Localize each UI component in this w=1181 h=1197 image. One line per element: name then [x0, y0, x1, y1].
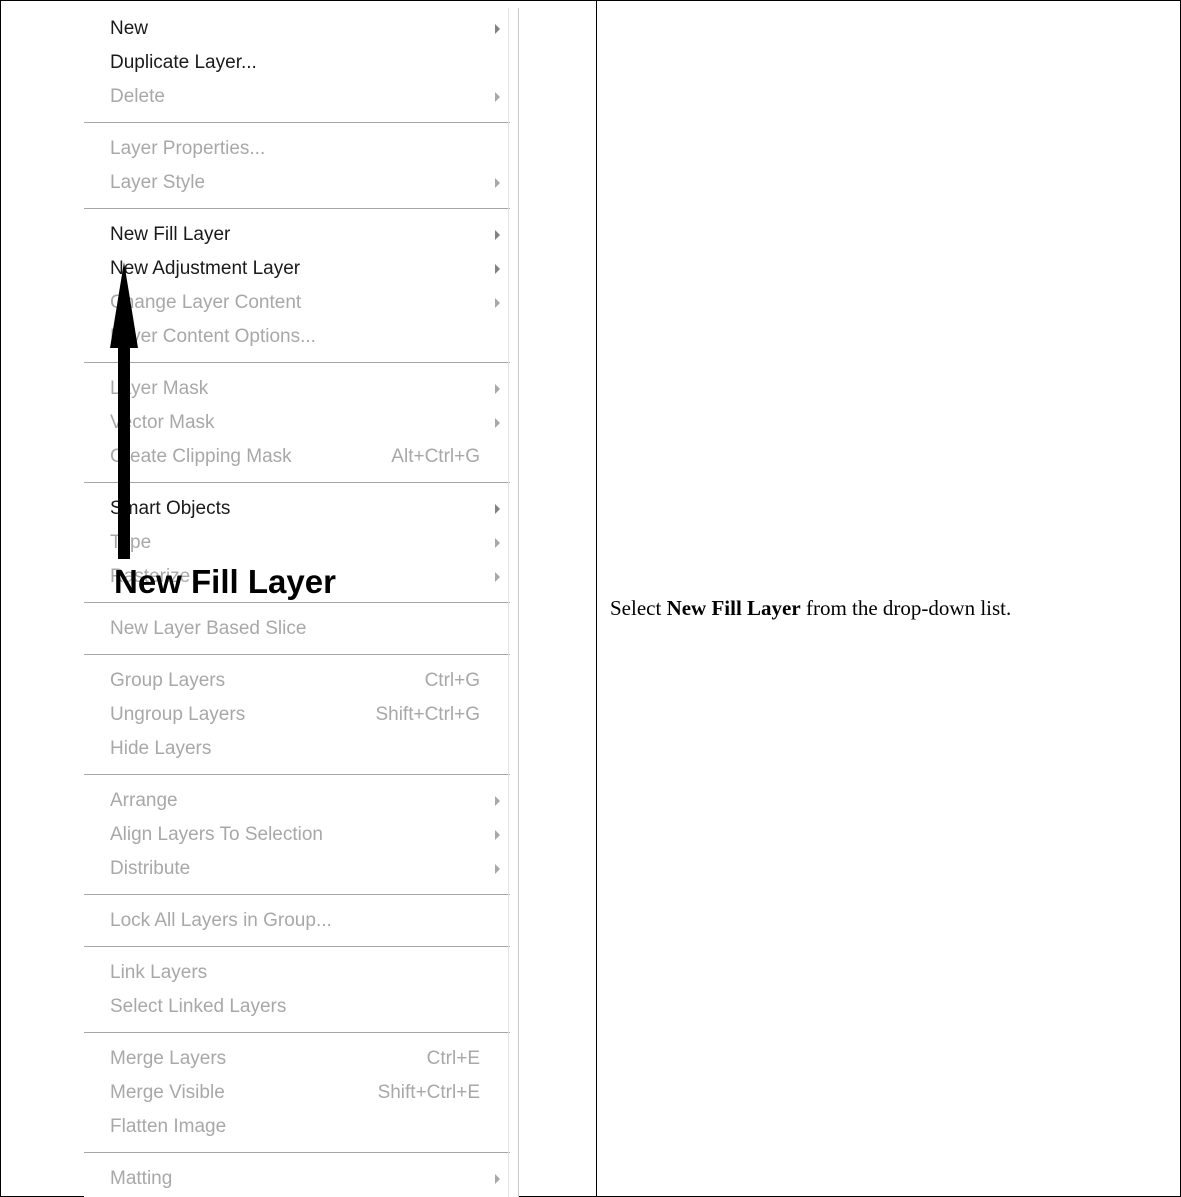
menu-item-label: Duplicate Layer... — [110, 52, 257, 73]
submenu-arrow-icon — [495, 384, 500, 394]
submenu-arrow-icon — [495, 418, 500, 428]
menu-item-label: Group Layers — [110, 670, 226, 691]
menu-item-change-layer-content[interactable]: Change Layer Content — [84, 286, 510, 320]
submenu-arrow-icon — [495, 1174, 500, 1184]
submenu-arrow-icon — [495, 92, 500, 102]
menu-edge-rule — [508, 8, 509, 1197]
menu-separator — [84, 122, 510, 124]
callout-arrow-shaft — [118, 345, 130, 559]
menu-separator — [84, 774, 510, 776]
menu-item-label: New — [110, 18, 149, 39]
menu-item-label: New Fill Layer — [110, 224, 231, 245]
menu-item-flatten-image[interactable]: Flatten Image — [84, 1110, 510, 1144]
menu-separator — [84, 208, 510, 210]
menu-item-label: New Layer Based Slice — [110, 618, 307, 639]
menu-item-new-adjustment-layer[interactable]: New Adjustment Layer — [84, 252, 510, 286]
menu-separator — [84, 362, 510, 364]
menu-item-label: Ungroup Layers — [110, 704, 246, 725]
menu-item-matting[interactable]: Matting — [84, 1162, 510, 1196]
menu-separator — [84, 946, 510, 948]
menu-item-shortcut: Ctrl+G — [424, 670, 480, 691]
menu-item-shortcut: Ctrl+E — [426, 1048, 480, 1069]
menu-item-label: Layer Properties... — [110, 138, 266, 159]
instruction-text: Select New Fill Layer from the drop-down… — [610, 594, 1011, 622]
up-arrow-icon — [110, 262, 138, 348]
submenu-arrow-icon — [495, 230, 500, 240]
submenu-arrow-icon — [495, 864, 500, 874]
menu-item-label: Flatten Image — [110, 1116, 227, 1137]
menu-item-shortcut: Shift+Ctrl+E — [377, 1082, 480, 1103]
menu-item-label: Lock All Layers in Group... — [110, 910, 332, 931]
menu-item-lock-all-layers-in-group[interactable]: Lock All Layers in Group... — [84, 904, 510, 938]
menu-item-arrange[interactable]: Arrange — [84, 784, 510, 818]
menu-item-layer-content-options[interactable]: Layer Content Options... — [84, 320, 510, 354]
menu-separator — [84, 1152, 510, 1154]
menu-item-new-fill-layer[interactable]: New Fill Layer — [84, 218, 510, 252]
menu-item-label: Create Clipping Mask — [110, 446, 292, 467]
submenu-arrow-icon — [495, 178, 500, 188]
submenu-arrow-icon — [495, 24, 500, 34]
submenu-arrow-icon — [495, 538, 500, 548]
menu-item-layer-style[interactable]: Layer Style — [84, 166, 510, 200]
instruction-bold: New Fill Layer — [666, 596, 801, 620]
menu-item-type[interactable]: Type — [84, 526, 510, 560]
menu-item-vector-mask[interactable]: Vector Mask — [84, 406, 510, 440]
menu-separator — [84, 602, 510, 604]
menu-item-label: Layer Style — [110, 172, 206, 193]
menu-item-new-layer-based-slice[interactable]: New Layer Based Slice — [84, 612, 510, 646]
menu-separator — [84, 482, 510, 484]
menu-item-shortcut: Alt+Ctrl+G — [391, 446, 480, 467]
submenu-arrow-icon — [495, 264, 500, 274]
callout-label: New Fill Layer — [114, 563, 336, 600]
menu-item-label: Merge Layers — [110, 1048, 227, 1069]
menu-item-label: Matting — [110, 1168, 173, 1189]
menu-item-label: Select Linked Layers — [110, 996, 287, 1017]
menu-item-group-layers[interactable]: Group Layers Ctrl+G — [84, 664, 510, 698]
menu-item-label: Link Layers — [110, 962, 208, 983]
instruction-prefix: Select — [610, 596, 667, 620]
menu-separator — [84, 894, 510, 896]
menu-item-smart-objects[interactable]: Smart Objects — [84, 492, 510, 526]
submenu-arrow-icon — [495, 796, 500, 806]
menu-item-label: Type — [110, 532, 152, 553]
instruction-suffix: from the drop-down list. — [800, 596, 1012, 620]
menu-item-label: Arrange — [110, 790, 178, 811]
menu-separator — [84, 654, 510, 656]
menu-item-layer-properties[interactable]: Layer Properties... — [84, 132, 510, 166]
menu-item-label: Hide Layers — [110, 738, 212, 759]
menu-item-merge-visible[interactable]: Merge Visible Shift+Ctrl+E — [84, 1076, 510, 1110]
menu-item-layer-mask[interactable]: Layer Mask — [84, 372, 510, 406]
menu-item-label: New Adjustment Layer — [110, 258, 301, 279]
menu-item-create-clipping-mask[interactable]: Create Clipping Mask Alt+Ctrl+G — [84, 440, 510, 474]
submenu-arrow-icon — [495, 572, 500, 582]
menu-item-ungroup-layers[interactable]: Ungroup Layers Shift+Ctrl+G — [84, 698, 510, 732]
menu-item-link-layers[interactable]: Link Layers — [84, 956, 510, 990]
menu-item-label: Align Layers To Selection — [110, 824, 323, 845]
menu-item-merge-layers[interactable]: Merge Layers Ctrl+E — [84, 1042, 510, 1076]
submenu-arrow-icon — [495, 504, 500, 514]
menu-item-align-layers-to-selection[interactable]: Align Layers To Selection — [84, 818, 510, 852]
menu-item-duplicate-layer[interactable]: Duplicate Layer... — [84, 46, 510, 80]
menu-item-label: Change Layer Content — [110, 292, 302, 313]
menu-item-label: Delete — [110, 86, 165, 107]
menu-item-distribute[interactable]: Distribute — [84, 852, 510, 886]
menu-item-delete[interactable]: Delete — [84, 80, 510, 114]
menu-item-new[interactable]: New — [84, 12, 510, 46]
menu-item-label: Distribute — [110, 858, 191, 879]
submenu-arrow-icon — [495, 830, 500, 840]
layer-menu: New Duplicate Layer... Delete Layer Propert… — [84, 8, 519, 1197]
submenu-arrow-icon — [495, 298, 500, 308]
menu-item-select-linked-layers[interactable]: Select Linked Layers — [84, 990, 510, 1024]
menu-item-shortcut: Shift+Ctrl+G — [375, 704, 480, 725]
menu-separator — [84, 1032, 510, 1034]
menu-item-label: Merge Visible — [110, 1082, 225, 1103]
menu-item-label: Layer Content Options... — [110, 326, 316, 347]
menu-item-hide-layers[interactable]: Hide Layers — [84, 732, 510, 766]
column-divider — [596, 0, 597, 1197]
